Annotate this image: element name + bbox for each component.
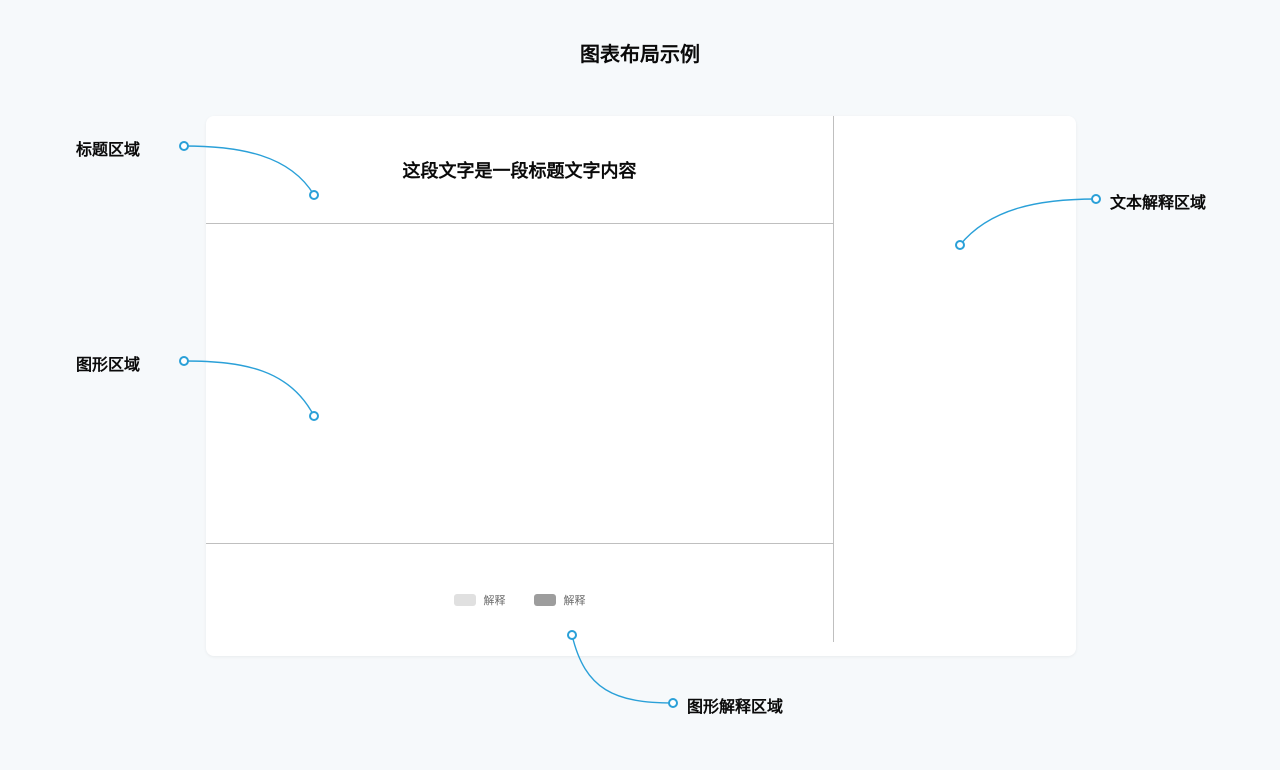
annotation-dot-icon	[309, 190, 319, 200]
chart-text-area	[833, 116, 1076, 656]
legend-swatch-icon	[534, 594, 556, 606]
annotation-dot-icon	[309, 411, 319, 421]
chart-title-text: 这段文字是一段标题文字内容	[403, 157, 637, 183]
page-title: 图表布局示例	[0, 38, 1280, 67]
annotation-graph-area: 图形区域	[76, 351, 140, 375]
annotation-legend-area: 图形解释区域	[687, 693, 783, 717]
annotation-dot-icon	[179, 356, 189, 366]
chart-card: 这段文字是一段标题文字内容 解释 解释	[206, 116, 1076, 656]
legend-label: 解释	[484, 592, 506, 608]
legend-label: 解释	[564, 592, 586, 608]
annotation-dot-icon	[1091, 194, 1101, 204]
legend-swatch-icon	[454, 594, 476, 606]
annotation-dot-icon	[179, 141, 189, 151]
legend-item-1: 解释	[454, 592, 506, 608]
annotation-dot-icon	[668, 698, 678, 708]
annotation-dot-icon	[567, 630, 577, 640]
annotation-title-area: 标题区域	[76, 136, 140, 160]
annotation-text-area: 文本解释区域	[1110, 189, 1206, 213]
annotation-dot-icon	[955, 240, 965, 250]
chart-graph-area	[206, 224, 833, 544]
chart-title-area: 这段文字是一段标题文字内容	[206, 116, 833, 224]
legend-item-2: 解释	[534, 592, 586, 608]
chart-legend-area: 解释 解释	[206, 544, 833, 656]
